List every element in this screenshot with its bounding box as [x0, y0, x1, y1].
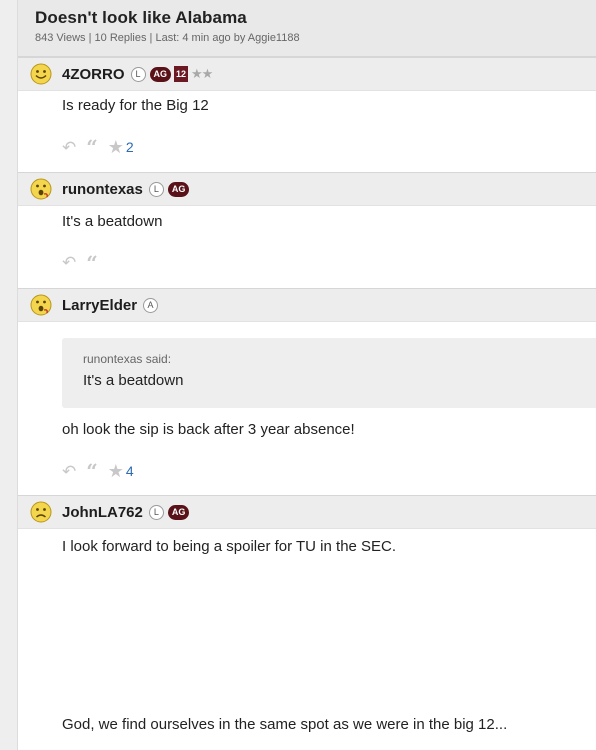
account-badge: A [143, 297, 159, 313]
reply-icon[interactable]: ↶ [62, 254, 76, 271]
star-icon[interactable]: ★ [108, 138, 124, 156]
post-body: I look forward to being a spoiler for TU… [62, 538, 397, 555]
post-header: runontexas L AG [18, 172, 596, 206]
quote-text: It's a beatdown [83, 372, 184, 389]
quote-author[interactable]: runontexas said: [83, 352, 596, 366]
post-actions: ↶ “ [62, 253, 98, 273]
post-body: oh look the sip is back after 3 year abs… [62, 421, 355, 438]
post-header: JohnLA762 L AG [18, 495, 596, 529]
lifetime-badge: L [148, 504, 164, 520]
star-count[interactable]: 4 [126, 463, 134, 479]
star-count[interactable]: 2 [126, 139, 134, 155]
lifetime-badge: L [148, 181, 164, 197]
ag-badge: AG [167, 181, 190, 197]
left-gutter [0, 0, 18, 750]
surprised-icon[interactable] [30, 294, 52, 316]
post-actions: ↶ “ ★ 4 [62, 461, 134, 481]
reply-icon[interactable]: ↶ [62, 139, 76, 156]
twelfth-man-badge: 12 [174, 66, 189, 82]
star-icon[interactable]: ★ [108, 462, 124, 480]
post-header: LarryElder A [18, 288, 596, 322]
surprised-icon[interactable] [30, 178, 52, 200]
quote-icon[interactable]: “ [86, 137, 98, 157]
post-body: It's a beatdown [62, 213, 163, 230]
thread-header: Doesn't look like Alabama 843 Views | 10… [18, 0, 596, 57]
post-actions: ↶ “ ★ 2 [62, 137, 134, 157]
post-body: Is ready for the Big 12 [62, 97, 209, 114]
post-header: 4ZORRO L AG 12 ★★ [18, 57, 596, 91]
reply-icon[interactable]: ↶ [62, 463, 76, 480]
post-body-continued: God, we find ourselves in the same spot … [62, 716, 508, 733]
frown-icon[interactable] [30, 501, 52, 523]
smiley-icon[interactable] [30, 63, 52, 85]
rating-stars: ★★ [191, 66, 213, 81]
username[interactable]: runontexas [62, 181, 143, 198]
username[interactable]: JohnLA762 [62, 504, 143, 521]
lifetime-badge: L [130, 66, 146, 82]
quote-block: runontexas said: It's a beatdown [62, 338, 596, 408]
quote-icon[interactable]: “ [86, 253, 98, 273]
username[interactable]: LarryElder [62, 297, 137, 314]
thread-title: Doesn't look like Alabama [35, 8, 247, 27]
ag-badge: AG [167, 504, 190, 520]
thread-meta: 843 Views | 10 Replies | Last: 4 min ago… [35, 32, 300, 44]
username[interactable]: 4ZORRO [62, 66, 125, 83]
ag-badge: AG [149, 66, 172, 82]
quote-icon[interactable]: “ [86, 461, 98, 481]
